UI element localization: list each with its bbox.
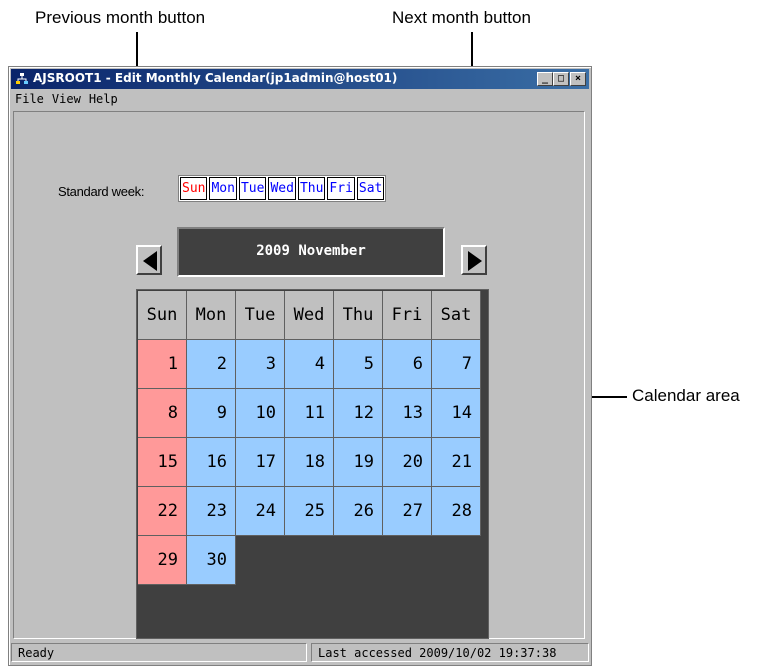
status-last-accessed: Last accessed 2009/10/02 19:37:38 — [311, 643, 589, 662]
arrow-left-icon — [143, 251, 157, 271]
standard-week-day-sat[interactable]: Sat — [356, 177, 385, 200]
calendar-day-cell[interactable]: 7 — [432, 340, 481, 389]
window-title: AJSROOT1 - Edit Monthly Calendar(jp1admi… — [33, 71, 398, 85]
title-bar[interactable]: AJSROOT1 - Edit Monthly Calendar(jp1admi… — [11, 69, 589, 89]
menu-view[interactable]: View — [48, 90, 85, 106]
calendar-day-cell[interactable]: 20 — [383, 438, 432, 487]
annotation-previous-month: Previous month button — [35, 8, 206, 27]
standard-week-selector: Sun Mon Tue Wed Thu Fri Sat — [178, 175, 387, 202]
calendar-day-cell[interactable]: 10 — [236, 389, 285, 438]
calendar-header-sun: Sun — [138, 291, 187, 340]
calendar-day-cell[interactable]: 1 — [138, 340, 187, 389]
calendar-day-cell[interactable]: 12 — [334, 389, 383, 438]
calendar-day-cell[interactable]: 22 — [138, 487, 187, 536]
calendar-day-cell[interactable]: 14 — [432, 389, 481, 438]
calendar-day-cell[interactable]: 27 — [383, 487, 432, 536]
calendar-day-cell[interactable]: 17 — [236, 438, 285, 487]
standard-week-day-tue[interactable]: Tue — [238, 177, 267, 200]
close-button[interactable]: × — [570, 72, 586, 86]
standard-week-day-wed[interactable]: Wed — [268, 177, 296, 200]
calendar-day-cell[interactable]: 5 — [334, 340, 383, 389]
calendar-day-cell[interactable]: 8 — [138, 389, 187, 438]
calendar-day-cell[interactable]: 26 — [334, 487, 383, 536]
calendar-day-cell[interactable]: 6 — [383, 340, 432, 389]
standard-week-day-fri[interactable]: Fri — [327, 177, 355, 200]
standard-week-day-mon[interactable]: Mon — [209, 177, 237, 200]
calendar-day-cell[interactable]: 18 — [285, 438, 334, 487]
status-ready: Ready — [11, 643, 307, 662]
calendar-header-wed: Wed — [285, 291, 334, 340]
calendar-header-thu: Thu — [334, 291, 383, 340]
menu-help[interactable]: Help — [85, 90, 122, 106]
calendar-day-cell[interactable]: 23 — [187, 487, 236, 536]
month-display: 2009 November — [177, 227, 445, 277]
calendar-day-cell[interactable]: 24 — [236, 487, 285, 536]
calendar-day-cell[interactable]: 30 — [187, 536, 236, 585]
calendar-day-cell[interactable]: 15 — [138, 438, 187, 487]
maximize-button[interactable]: □ — [553, 72, 569, 86]
calendar-day-cell[interactable]: 2 — [187, 340, 236, 389]
calendar-day-cell[interactable]: 21 — [432, 438, 481, 487]
calendar-day-cell[interactable]: 3 — [236, 340, 285, 389]
calendar-window: AJSROOT1 - Edit Monthly Calendar(jp1admi… — [8, 66, 592, 666]
calendar-header-fri: Fri — [383, 291, 432, 340]
calendar-header-tue: Tue — [236, 291, 285, 340]
annotation-next-month: Next month button — [392, 8, 531, 27]
standard-week-day-sun[interactable]: Sun — [180, 177, 208, 200]
calendar-day-cell[interactable]: 9 — [187, 389, 236, 438]
calendar-day-cell[interactable]: 13 — [383, 389, 432, 438]
client-area: Standard week: Sun Mon Tue Wed Thu Fri Sat 200… — [13, 111, 585, 639]
arrow-right-icon — [468, 251, 482, 271]
calendar-day-cell[interactable]: 28 — [432, 487, 481, 536]
standard-week-day-thu[interactable]: Thu — [297, 177, 326, 200]
calendar-day-cell[interactable]: 29 — [138, 536, 187, 585]
annotation-calendar-area: Calendar area — [632, 386, 740, 405]
menu-file[interactable]: File — [11, 90, 48, 106]
calendar-day-cell[interactable]: 19 — [334, 438, 383, 487]
next-month-button[interactable] — [461, 245, 487, 275]
previous-month-button[interactable] — [136, 245, 162, 275]
calendar-day-cell[interactable]: 11 — [285, 389, 334, 438]
status-bar: Ready Last accessed 2009/10/02 19:37:38 — [11, 643, 589, 662]
calendar-day-cell[interactable]: 16 — [187, 438, 236, 487]
menu-bar: File View Help — [11, 90, 589, 108]
app-icon — [16, 73, 28, 84]
calendar-header-mon: Mon — [187, 291, 236, 340]
calendar-day-cell[interactable]: 25 — [285, 487, 334, 536]
minimize-button[interactable]: _ — [537, 72, 553, 86]
calendar-day-cell[interactable]: 4 — [285, 340, 334, 389]
calendar-header-sat: Sat — [432, 291, 481, 340]
standard-week-label: Standard week: — [58, 184, 145, 199]
calendar-area: Sun Mon Tue Wed Thu Fri Sat 1 2 3 4 5 6 7 8 9 10 11 12 13 14… — [136, 289, 489, 639]
